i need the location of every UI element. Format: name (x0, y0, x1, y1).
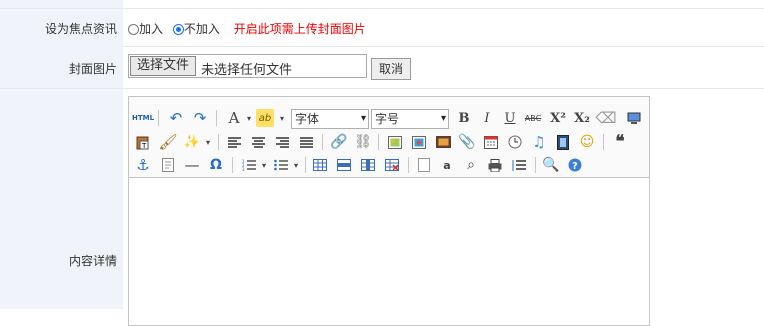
rich-text-editor: HTML ↶ ↷ A ▾ ab ▾ 字体 字号 B I U ABC X² X₂ … (128, 96, 650, 326)
focus-row: 设为焦点资讯 加入 不加入 开启此项需上传封面图片 (0, 8, 764, 47)
radio-no-add-label[interactable]: 不加入 (184, 22, 220, 36)
table-row-icon[interactable] (335, 156, 353, 174)
media-icon[interactable] (434, 133, 452, 151)
image-icon[interactable] (386, 133, 404, 151)
bold-icon[interactable]: B (455, 109, 473, 127)
anchor-icon[interactable]: ⚓ (134, 156, 152, 174)
align-justify-icon[interactable] (297, 133, 315, 151)
strikethrough-icon[interactable]: ABC (524, 109, 542, 127)
template-icon[interactable] (159, 156, 177, 174)
table-column-icon[interactable] (359, 156, 377, 174)
format-brush-icon[interactable]: 🖌 (158, 133, 177, 151)
font-size-select[interactable]: 字号 (371, 109, 449, 129)
focus-label-cell: 设为焦点资讯 (0, 9, 123, 46)
html-source-icon[interactable]: HTML (132, 109, 154, 127)
cover-label: 封面图片 (68, 62, 117, 76)
superscript-icon[interactable]: X² (549, 109, 567, 127)
redo-icon[interactable]: ↷ (191, 109, 209, 127)
special-chars-icon[interactable]: Ω (207, 156, 225, 174)
focus-hint: 开启此项需上传封面图片 (233, 22, 366, 36)
cover-label-cell: 封面图片 (0, 46, 123, 88)
radio-add[interactable] (128, 24, 139, 35)
align-center-icon[interactable] (249, 133, 267, 151)
editor-content-area[interactable] (129, 178, 649, 325)
eraser-icon[interactable]: ⌫ (595, 109, 616, 127)
page-break-icon[interactable] (415, 156, 433, 174)
preview-icon[interactable] (625, 109, 643, 127)
search-zoom-icon[interactable]: 🔍 (542, 156, 560, 174)
italic-icon[interactable]: I (478, 109, 496, 127)
find-replace-icon[interactable]: ⌕ (462, 156, 480, 174)
link-icon[interactable]: 🔗 (330, 133, 348, 151)
word-count-icon[interactable]: a (438, 156, 456, 174)
svg-text:3: 3 (242, 167, 245, 171)
font-family-select[interactable]: 字体 (291, 109, 369, 129)
radio-add-label[interactable]: 加入 (139, 22, 163, 36)
music-icon[interactable]: ♫ (530, 133, 548, 151)
unordered-list-dropdown-icon[interactable]: ▾ (287, 156, 305, 174)
print-icon[interactable] (486, 156, 504, 174)
paste-text-icon[interactable]: T (134, 133, 152, 151)
auto-format-dropdown-icon[interactable]: ▾ (199, 133, 217, 151)
highlight-dropdown-icon[interactable]: ▾ (273, 109, 291, 127)
insert-table-icon[interactable] (311, 156, 329, 174)
blockquote-icon[interactable]: ❝ (611, 132, 629, 152)
highlight-color-icon[interactable]: ab (256, 109, 274, 127)
content-label-cell: 内容详情 (0, 89, 123, 309)
video-icon[interactable] (554, 133, 572, 151)
attachment-icon[interactable]: 📎 (458, 133, 476, 151)
choose-file-button[interactable]: 选择文件 (130, 56, 196, 76)
unlink-icon[interactable]: ⛓ (354, 133, 372, 151)
delete-table-icon[interactable] (383, 156, 401, 174)
svg-text:T: T (141, 142, 147, 150)
time-icon[interactable] (506, 133, 524, 151)
emoticon-icon[interactable]: ☺ (578, 133, 596, 151)
line-height-icon[interactable] (510, 156, 528, 174)
focus-radio-group: 加入 不加入 开启此项需上传封面图片 (128, 20, 366, 37)
content-label: 内容详情 (68, 254, 117, 268)
file-status-text: 未选择任何文件 (201, 63, 293, 78)
content-row: 内容详情 HTML ↶ ↷ A ▾ ab ▾ 字体 字号 B I U ABC X… (0, 89, 764, 326)
ordered-list-dropdown-icon[interactable]: ▾ (255, 156, 273, 174)
subscript-icon[interactable]: X₂ (573, 109, 591, 127)
date-icon[interactable] (482, 133, 500, 151)
label-cell (0, 0, 123, 8)
radio-no-add[interactable] (172, 24, 184, 35)
file-input[interactable]: 选择文件 未选择任何文件 (128, 54, 367, 78)
align-right-icon[interactable] (273, 133, 291, 151)
multi-image-icon[interactable] (410, 133, 428, 151)
underline-icon[interactable]: U (501, 109, 519, 127)
focus-cell: 加入 不加入 开启此项需上传封面图片 (128, 9, 764, 46)
content-cell: HTML ↶ ↷ A ▾ ab ▾ 字体 字号 B I U ABC X² X₂ … (128, 89, 764, 326)
help-icon[interactable]: ? (566, 156, 584, 174)
cancel-button[interactable]: 取消 (371, 58, 411, 80)
align-left-icon[interactable] (225, 133, 243, 151)
svg-text:?: ? (572, 161, 578, 172)
cover-cell: 选择文件 未选择任何文件 取消 (128, 46, 764, 88)
cover-row: 封面图片 选择文件 未选择任何文件 取消 (0, 46, 764, 89)
editor-toolbar: HTML ↶ ↷ A ▾ ab ▾ 字体 字号 B I U ABC X² X₂ … (129, 97, 649, 178)
undo-icon[interactable]: ↶ (167, 109, 185, 127)
horizontal-rule-icon[interactable]: — (183, 156, 201, 174)
focus-label: 设为焦点资讯 (44, 22, 117, 36)
